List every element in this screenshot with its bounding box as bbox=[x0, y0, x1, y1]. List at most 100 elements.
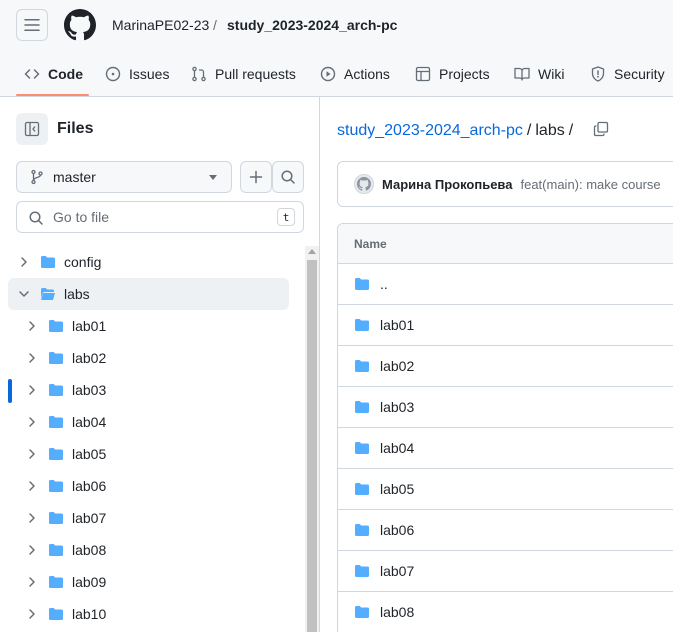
table-row[interactable]: lab02 bbox=[338, 346, 673, 387]
latest-commit-box: Марина Прокопьева feat(main): make cours… bbox=[337, 161, 673, 207]
tree-item-label: lab10 bbox=[72, 606, 107, 622]
files-title: Files bbox=[57, 120, 94, 137]
folder-icon bbox=[49, 416, 63, 428]
folder-icon bbox=[49, 480, 63, 492]
search-icon bbox=[281, 170, 295, 184]
copy-path-icon[interactable] bbox=[593, 121, 609, 137]
file-path-breadcrumb: study_2023-2024_arch-pc / labs / bbox=[337, 121, 577, 141]
search-files-button[interactable] bbox=[272, 161, 304, 193]
tree-item-label: lab06 bbox=[72, 478, 107, 494]
row-name[interactable]: lab02 bbox=[380, 358, 414, 374]
go-to-file-input[interactable]: Go to file t bbox=[16, 201, 304, 233]
folder-icon bbox=[41, 256, 55, 268]
row-name[interactable]: lab04 bbox=[380, 440, 414, 456]
tree-item-label: lab02 bbox=[72, 350, 107, 366]
table-row[interactable]: lab08 bbox=[338, 592, 673, 632]
chevron-right-icon[interactable] bbox=[24, 350, 40, 366]
folder-open-icon bbox=[41, 288, 55, 300]
folder-icon bbox=[49, 384, 63, 396]
chevron-right-icon[interactable] bbox=[16, 254, 32, 270]
table-row[interactable]: lab04 bbox=[338, 428, 673, 469]
chevron-right-icon[interactable] bbox=[24, 414, 40, 430]
tree-item-label: lab09 bbox=[72, 574, 107, 590]
tab-security[interactable]: Security bbox=[590, 52, 665, 96]
tree-item-lab09[interactable]: lab09 bbox=[8, 566, 289, 598]
main-content: study_2023-2024_arch-pc / labs / Марина … bbox=[321, 97, 673, 632]
breadcrumb-repo[interactable]: study_2023-2024_arch-pc bbox=[227, 16, 397, 34]
add-file-button[interactable] bbox=[240, 161, 272, 193]
table-row[interactable]: lab01 bbox=[338, 305, 673, 346]
path-separator: / bbox=[526, 122, 532, 139]
row-name[interactable]: lab03 bbox=[380, 399, 414, 415]
avatar[interactable] bbox=[354, 174, 374, 194]
tree-item-label: labs bbox=[64, 286, 90, 302]
tree-item-lab10[interactable]: lab10 bbox=[8, 598, 289, 630]
play-icon bbox=[320, 66, 336, 82]
row-name[interactable]: lab06 bbox=[380, 522, 414, 538]
column-header-name: Name bbox=[354, 236, 387, 251]
row-name[interactable]: .. bbox=[380, 276, 388, 292]
tree-item-label: lab03 bbox=[72, 382, 107, 398]
chevron-right-icon[interactable] bbox=[24, 574, 40, 590]
row-name[interactable]: lab01 bbox=[380, 317, 414, 333]
path-repo-link[interactable]: study_2023-2024_arch-pc bbox=[337, 121, 523, 141]
github-logo-icon[interactable] bbox=[64, 9, 96, 41]
chevron-right-icon[interactable] bbox=[24, 606, 40, 622]
chevron-right-icon[interactable] bbox=[24, 478, 40, 494]
table-row[interactable]: lab07 bbox=[338, 551, 673, 592]
tab-issues[interactable]: Issues bbox=[105, 52, 169, 96]
chevron-down-icon[interactable] bbox=[16, 286, 32, 302]
keyboard-shortcut-hint: t bbox=[277, 208, 295, 226]
folder-icon bbox=[49, 576, 63, 588]
chevron-right-icon[interactable] bbox=[24, 318, 40, 334]
folder-icon bbox=[355, 606, 369, 618]
tab-actions[interactable]: Actions bbox=[320, 52, 390, 96]
tree-item-label: lab01 bbox=[72, 318, 107, 334]
table-row-parent[interactable]: .. bbox=[338, 264, 673, 305]
chevron-down-icon bbox=[209, 175, 217, 180]
chevron-right-icon[interactable] bbox=[24, 510, 40, 526]
hamburger-icon bbox=[24, 19, 40, 31]
breadcrumb-owner[interactable]: MarinaPE02-23 bbox=[112, 16, 209, 34]
tree-item-label: config bbox=[64, 254, 102, 270]
table-row[interactable]: lab06 bbox=[338, 510, 673, 551]
scrollbar-thumb[interactable] bbox=[307, 260, 317, 632]
folder-icon bbox=[355, 483, 369, 495]
folder-icon bbox=[355, 442, 369, 454]
tree-item-lab06[interactable]: lab06 bbox=[8, 470, 289, 502]
folder-icon bbox=[49, 544, 63, 556]
git-pull-request-icon bbox=[192, 66, 206, 82]
tab-pull-requests[interactable]: Pull requests bbox=[191, 52, 296, 96]
chevron-right-icon[interactable] bbox=[24, 446, 40, 462]
branch-selector[interactable]: master bbox=[16, 161, 232, 193]
commit-message[interactable]: feat(main): make course bbox=[520, 177, 660, 192]
hamburger-menu-button[interactable] bbox=[16, 9, 48, 41]
tab-code[interactable]: Code bbox=[24, 52, 83, 96]
collapse-sidebar-button[interactable] bbox=[16, 113, 48, 145]
row-name[interactable]: lab07 bbox=[380, 563, 414, 579]
table-row[interactable]: lab05 bbox=[338, 469, 673, 510]
tree-scrollbar[interactable] bbox=[305, 246, 319, 632]
tab-wiki-label: Wiki bbox=[538, 66, 565, 82]
tree-item-lab02[interactable]: lab02 bbox=[8, 342, 289, 374]
chevron-right-icon[interactable] bbox=[24, 382, 40, 398]
tree-item-lab04[interactable]: lab04 bbox=[8, 406, 289, 438]
tab-projects[interactable]: Projects bbox=[415, 52, 490, 96]
tree-item-labs[interactable]: labs bbox=[8, 278, 289, 310]
commit-author[interactable]: Марина Прокопьева bbox=[382, 177, 512, 192]
chevron-right-icon[interactable] bbox=[24, 542, 40, 558]
folder-icon bbox=[49, 320, 63, 332]
book-icon bbox=[514, 67, 530, 81]
row-name[interactable]: lab05 bbox=[380, 481, 414, 497]
tree-item-lab08[interactable]: lab08 bbox=[8, 534, 289, 566]
tab-wiki[interactable]: Wiki bbox=[514, 52, 564, 96]
tree-item-lab01[interactable]: lab01 bbox=[8, 310, 289, 342]
row-name[interactable]: lab08 bbox=[380, 604, 414, 620]
folder-icon bbox=[355, 401, 369, 413]
tree-item-lab07[interactable]: lab07 bbox=[8, 502, 289, 534]
scroll-up-arrow-icon[interactable] bbox=[308, 249, 316, 254]
tree-item-config[interactable]: config bbox=[8, 246, 289, 278]
tree-item-lab05[interactable]: lab05 bbox=[8, 438, 289, 470]
tree-item-lab03[interactable]: lab03 bbox=[8, 374, 289, 406]
table-row[interactable]: lab03 bbox=[338, 387, 673, 428]
